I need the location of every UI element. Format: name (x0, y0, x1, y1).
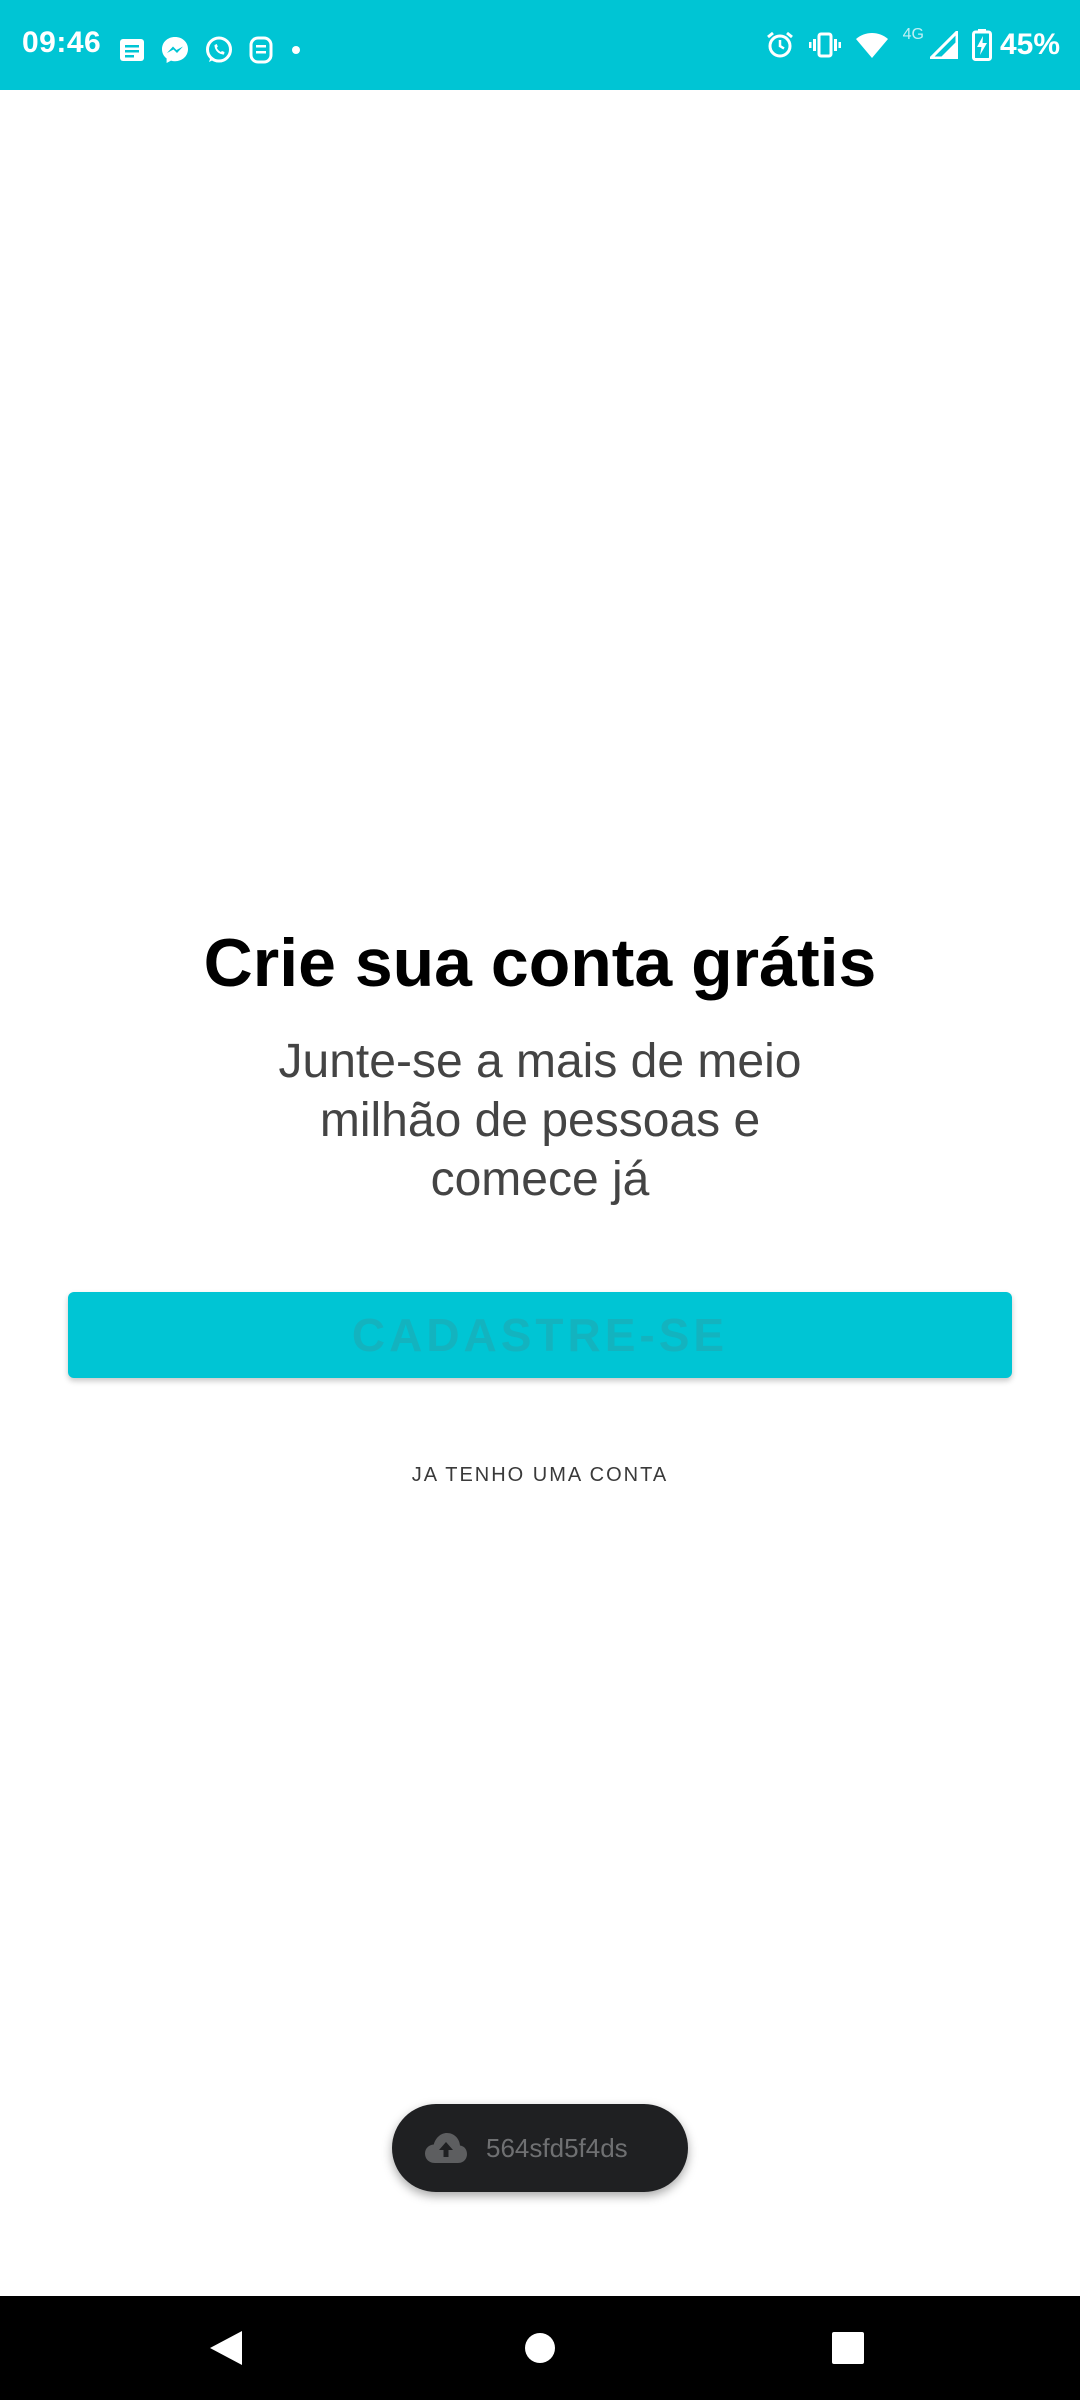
messenger-icon (162, 37, 188, 63)
status-bar: 09:46 4G 45% (0, 0, 1080, 90)
signup-screen: 09:46 4G 45% Crie sua conta grátis Junte… (0, 0, 1080, 2400)
toast-message: 564sfd5f4ds (392, 2104, 688, 2192)
battery-percent: 45% (999, 28, 1060, 61)
recents-icon (832, 2332, 864, 2364)
cloud-upload-icon (425, 2133, 467, 2163)
back-button[interactable] (166, 2296, 286, 2400)
vibrate-icon (808, 32, 841, 58)
wifi-icon (855, 33, 888, 58)
existing-account-link[interactable]: JA TENHO UMA CONTA (340, 1455, 740, 1495)
app-notification-icon (249, 36, 273, 64)
home-icon (525, 2333, 555, 2363)
messages-icon (120, 39, 144, 61)
whatsapp-icon (206, 36, 232, 63)
system-icons: 4G 45% (765, 24, 1060, 66)
page-subtitle: Junte-se a mais de meio milhão de pessoa… (278, 1035, 802, 1206)
toast-text: 564sfd5f4ds (486, 2132, 628, 2163)
signup-button-label: CADASTRE-SE (351, 1309, 729, 1361)
signup-button[interactable]: CADASTRE-SE (68, 1292, 1012, 1378)
network-type-label: 4G (902, 26, 924, 43)
home-button[interactable] (480, 2296, 600, 2400)
navigation-bar (0, 2296, 1080, 2400)
back-icon (210, 2331, 242, 2365)
notification-icons (118, 30, 304, 70)
dot-icon (292, 46, 300, 54)
alarm-icon (766, 31, 793, 58)
status-time: 09:46 (22, 26, 102, 59)
page-title: Crie sua conta grátis (203, 925, 877, 1001)
signal-icon (929, 31, 958, 59)
battery-charging-icon (971, 29, 992, 61)
recents-button[interactable] (788, 2296, 908, 2400)
